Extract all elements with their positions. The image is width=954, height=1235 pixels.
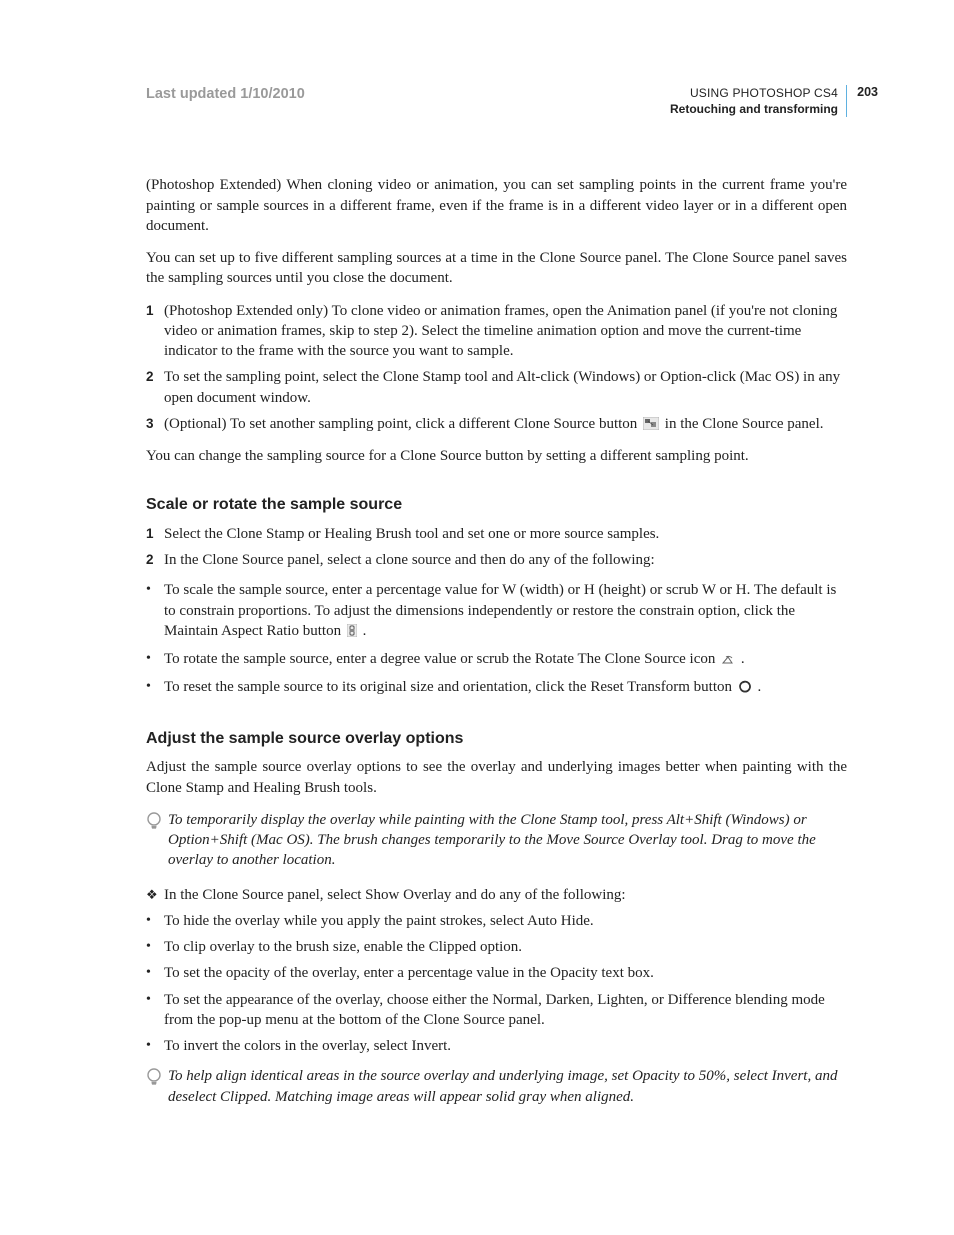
bullet-icon: • — [146, 677, 164, 699]
bullet-icon: • — [146, 911, 164, 931]
list-item: 3 (Optional) To set another sampling poi… — [146, 414, 847, 436]
heading-scale-rotate: Scale or rotate the sample source — [146, 494, 847, 516]
list-item: • To rotate the sample source, enter a d… — [146, 649, 847, 671]
numbered-list: 1 Select the Clone Stamp or Healing Brus… — [146, 524, 847, 571]
reset-transform-icon — [738, 679, 752, 699]
lightbulb-icon — [146, 810, 168, 871]
lightbulb-icon — [146, 1066, 168, 1107]
maintain-aspect-ratio-icon — [347, 623, 357, 643]
step-text: To set the sampling point, select the Cl… — [164, 367, 847, 408]
text-pre: To scale the sample source, enter a perc… — [164, 582, 836, 639]
page-number: 203 — [857, 84, 878, 101]
bullet-text: To set the opacity of the overlay, enter… — [164, 963, 654, 983]
list-item: • To hide the overlay while you apply th… — [146, 911, 847, 931]
step-number: 3 — [146, 414, 164, 436]
step-text: (Photoshop Extended only) To clone video… — [164, 301, 847, 362]
header-right: USING PHOTOSHOP CS4 Retouching and trans… — [670, 85, 847, 117]
list-item: 1 Select the Clone Stamp or Healing Brus… — [146, 524, 847, 544]
text-pre: To rotate the sample source, enter a deg… — [164, 651, 719, 667]
step-text: In the Clone Source panel, select a clon… — [164, 550, 847, 570]
paragraph: (Photoshop Extended) When cloning video … — [146, 175, 847, 236]
bullet-text: To hide the overlay while you apply the … — [164, 911, 594, 931]
paragraph: You can set up to five different samplin… — [146, 248, 847, 289]
list-item: • To set the appearance of the overlay, … — [146, 990, 847, 1031]
list-item: • To set the opacity of the overlay, ent… — [146, 963, 847, 983]
clone-source-icon — [643, 416, 659, 436]
last-updated: Last updated 1/10/2010 — [146, 85, 305, 105]
list-item: ❖ In the Clone Source panel, select Show… — [146, 885, 847, 905]
bullet-text: To set the appearance of the overlay, ch… — [164, 990, 847, 1031]
text-post: . — [758, 679, 762, 695]
tip-block: To temporarily display the overlay while… — [146, 810, 847, 871]
step-text: Select the Clone Stamp or Healing Brush … — [164, 524, 847, 544]
bullet-list: ❖ In the Clone Source panel, select Show… — [146, 885, 847, 1057]
bullet-icon: • — [146, 580, 164, 643]
section-title: Retouching and transforming — [670, 101, 838, 117]
heading-overlay-options: Adjust the sample source overlay options — [146, 728, 847, 750]
list-item: 1 (Photoshop Extended only) To clone vid… — [146, 301, 847, 362]
paragraph: Adjust the sample source overlay options… — [146, 757, 847, 798]
step-number: 1 — [146, 301, 164, 362]
step-text: (Optional) To set another sampling point… — [164, 414, 847, 436]
bullet-list: • To scale the sample source, enter a pe… — [146, 580, 847, 699]
list-item: • To clip overlay to the brush size, ena… — [146, 937, 847, 957]
page: Last updated 1/10/2010 USING PHOTOSHOP C… — [0, 0, 954, 1235]
doc-title: USING PHOTOSHOP CS4 — [670, 85, 838, 101]
bullet-text: To invert the colors in the overlay, sel… — [164, 1036, 451, 1056]
text-post: . — [363, 623, 367, 639]
tip-text: To help align identical areas in the sou… — [168, 1066, 847, 1107]
list-item: • To invert the colors in the overlay, s… — [146, 1036, 847, 1056]
bullet-icon: • — [146, 963, 164, 983]
page-header: Last updated 1/10/2010 USING PHOTOSHOP C… — [146, 85, 847, 117]
step-number: 1 — [146, 524, 164, 544]
list-item: 2 In the Clone Source panel, select a cl… — [146, 550, 847, 570]
bullet-icon: • — [146, 649, 164, 671]
bullet-text: To reset the sample source to its origin… — [164, 677, 761, 699]
bullet-icon: • — [146, 937, 164, 957]
bullet-icon: • — [146, 990, 164, 1031]
text-pre: To reset the sample source to its origin… — [164, 679, 736, 695]
numbered-list: 1 (Photoshop Extended only) To clone vid… — [146, 301, 847, 437]
list-item: • To reset the sample source to its orig… — [146, 677, 847, 699]
bullet-text: In the Clone Source panel, select Show O… — [164, 885, 626, 905]
rotate-clone-source-icon — [721, 651, 735, 671]
bullet-text: To scale the sample source, enter a perc… — [164, 580, 847, 643]
tip-block: To help align identical areas in the sou… — [146, 1066, 847, 1107]
bullet-icon: • — [146, 1036, 164, 1056]
tip-text: To temporarily display the overlay while… — [168, 810, 847, 871]
paragraph: You can change the sampling source for a… — [146, 446, 847, 466]
list-item: • To scale the sample source, enter a pe… — [146, 580, 847, 643]
text-post: . — [741, 651, 745, 667]
bullet-text: To rotate the sample source, enter a deg… — [164, 649, 745, 671]
step-text-post: in the Clone Source panel. — [665, 416, 824, 432]
diamond-bullet-icon: ❖ — [146, 885, 164, 905]
list-item: 2 To set the sampling point, select the … — [146, 367, 847, 408]
step-number: 2 — [146, 550, 164, 570]
step-text-pre: (Optional) To set another sampling point… — [164, 416, 641, 432]
step-number: 2 — [146, 367, 164, 408]
bullet-text: To clip overlay to the brush size, enabl… — [164, 937, 522, 957]
